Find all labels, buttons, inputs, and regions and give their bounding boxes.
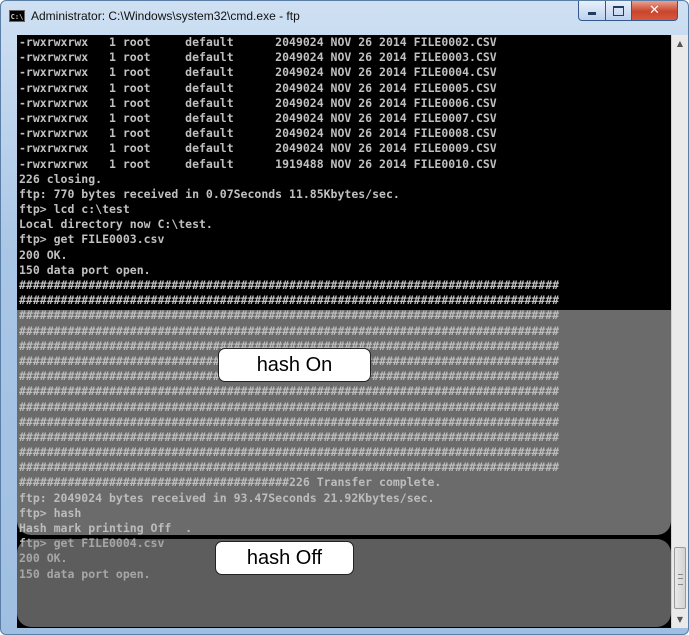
console-output[interactable]: -rwxrwxrwx 1 root default 2049024 NOV 26…: [17, 35, 671, 628]
cmd-icon[interactable]: C:\: [9, 10, 25, 22]
console-line: 226 closing.: [19, 171, 103, 186]
console-line: -rwxrwxrwx 1 root default 1919488 NOV 26…: [19, 156, 497, 171]
console-line: Local directory now C:\test.: [19, 217, 213, 232]
grip-icon: [678, 574, 683, 585]
console-line: ftp: 770 bytes received in 0.07Seconds 1…: [19, 186, 400, 201]
cmd-window: C:\ Administrator: C:\Windows\system32\c…: [0, 0, 689, 635]
console-line: -rwxrwxrwx 1 root default 2049024 NOV 26…: [19, 65, 497, 80]
console-line: -rwxrwxrwx 1 root default 2049024 NOV 26…: [19, 80, 497, 95]
console-line: ftp> get FILE0003.csv: [19, 232, 165, 247]
window-controls: ✕: [578, 1, 678, 21]
window-title: Administrator: C:\Windows\system32\cmd.e…: [31, 9, 300, 23]
close-button[interactable]: ✕: [632, 1, 678, 21]
maximize-icon: [613, 5, 624, 16]
close-icon: ✕: [649, 3, 660, 18]
console-line: -rwxrwxrwx 1 root default 2049024 NOV 26…: [19, 35, 497, 49]
maximize-button[interactable]: [606, 1, 632, 21]
console-line: -rwxrwxrwx 1 root default 2049024 NOV 26…: [19, 95, 497, 110]
title-bar[interactable]: C:\ Administrator: C:\Windows\system32\c…: [1, 1, 688, 31]
hash-off-label: hash Off: [215, 541, 354, 575]
scroll-down-arrow-icon[interactable]: ▼: [672, 611, 688, 628]
console-line: 200 OK.: [19, 247, 68, 262]
vertical-scrollbar[interactable]: ▲ ▼: [671, 35, 688, 628]
console-line: ftp> lcd c:\test: [19, 202, 130, 217]
scroll-up-arrow-icon[interactable]: ▲: [672, 35, 688, 52]
minimize-button[interactable]: [578, 1, 606, 21]
console-line: ########################################…: [19, 293, 560, 308]
console-line: -rwxrwxrwx 1 root default 2049024 NOV 26…: [19, 126, 497, 141]
console-line: -rwxrwxrwx 1 root default 2049024 NOV 26…: [19, 50, 497, 65]
minimize-icon: [588, 11, 596, 15]
console-line: 150 data port open.: [19, 262, 151, 277]
console-line: -rwxrwxrwx 1 root default 2049024 NOV 26…: [19, 141, 497, 156]
hash-on-highlight: [17, 310, 671, 535]
console-line: ########################################…: [19, 278, 560, 292]
hash-on-label: hash On: [218, 348, 371, 382]
scrollbar-thumb[interactable]: [674, 547, 686, 609]
console-line: -rwxrwxrwx 1 root default 2049024 NOV 26…: [19, 110, 497, 125]
